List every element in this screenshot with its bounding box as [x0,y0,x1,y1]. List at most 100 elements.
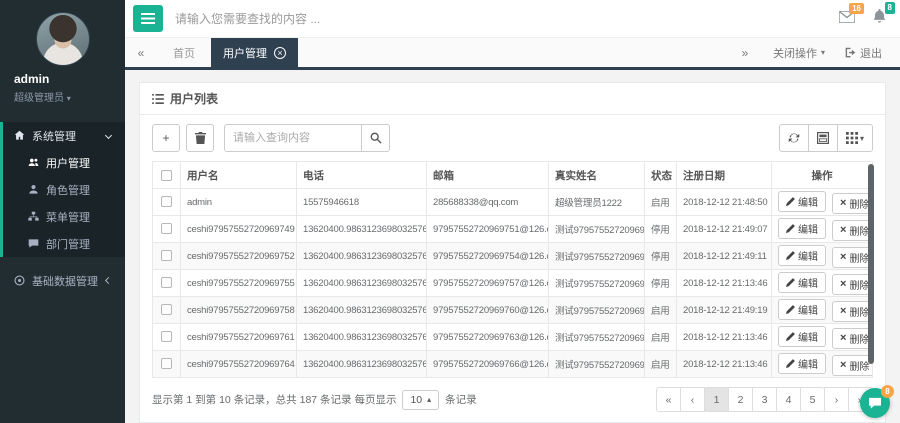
sidebar-item-department-management[interactable]: 部门管理 [3,230,125,257]
row-checkbox[interactable] [161,196,172,207]
page-button-5[interactable]: 5 [800,387,825,412]
cell-phone: 13620400.9863123698032576 [297,216,427,243]
table-row: ceshi97957552720969764 13620400.98631236… [153,351,873,378]
page-size-select[interactable]: 10 ▴ [402,390,439,410]
first-page-button[interactable]: « [656,387,681,412]
x-icon: × [840,360,846,371]
comment-icon [28,238,39,249]
cell-phone: 13620400.9863123698032576 [297,243,427,270]
table-scrollbar[interactable] [868,164,874,364]
columns-dropdown-button[interactable]: ▾ [837,124,873,152]
chevron-up-icon: ▴ [427,395,431,404]
delete-button[interactable]: × 删除 [832,355,873,376]
x-icon: × [840,333,846,344]
toolbar-left: + [152,124,390,152]
prev-page-button[interactable]: ‹ [680,387,705,412]
add-button[interactable]: + [152,124,180,152]
sidebar-item-role-management[interactable]: 角色管理 [3,176,125,203]
pencil-icon [786,251,795,260]
edit-button[interactable]: 编辑 [778,326,826,347]
row-checkbox[interactable] [161,250,172,261]
tab-actions: » 关闭操作 ▾ 退出 [729,38,900,67]
delete-button[interactable]: × 删除 [832,274,873,295]
delete-label: 删除 [849,250,869,265]
notifications-button[interactable]: 8 [873,9,886,28]
next-page-button[interactable]: › [824,387,849,412]
delete-button[interactable]: × 删除 [832,301,873,322]
chat-bubble-icon [868,397,882,409]
page-button-1[interactable]: 1 [704,387,729,412]
query-group [224,124,390,152]
edit-button[interactable]: 编辑 [778,272,826,293]
user-role-dropdown[interactable]: 超级管理员 ▾ [0,86,125,104]
delete-selected-button[interactable] [186,124,214,152]
menu-label: 用户管理 [46,155,90,171]
app-window: admin 超级管理员 ▾ 系统管理 用户管理 角色管理 [0,0,900,423]
delete-button[interactable]: × 删除 [832,247,873,268]
delete-button[interactable]: × 删除 [832,220,873,241]
page-button-4[interactable]: 4 [776,387,801,412]
chevron-down-icon: ▾ [860,134,864,143]
row-checkbox[interactable] [161,223,172,234]
select-all-checkbox[interactable] [161,170,172,181]
cell-email: 97957552720969751@126.com [427,216,549,243]
cell-phone: 13620400.9863123698032576 [297,270,427,297]
tab-user-management[interactable]: 用户管理 × [211,38,298,67]
chevron-left-icon [105,277,112,284]
sidebar-item-basic-data-management[interactable]: 基础数据管理 [0,267,125,294]
chat-fab-button[interactable]: 8 [860,388,890,418]
row-checkbox[interactable] [161,277,172,288]
sidebar-toggle-button[interactable] [133,5,163,32]
page-button-3[interactable]: 3 [752,387,777,412]
global-search-input[interactable] [175,12,821,26]
cell-realname: 测试97957552720969756 [549,270,645,297]
edit-button[interactable]: 编辑 [778,353,826,374]
list-icon [152,94,164,104]
edit-button[interactable]: 编辑 [778,191,826,212]
search-button[interactable] [362,124,390,152]
row-checkbox[interactable] [161,331,172,342]
delete-label: 删除 [849,358,869,373]
logout-button[interactable]: 退出 [837,38,890,67]
toggle-view-button[interactable] [808,124,838,152]
row-checkbox[interactable] [161,304,172,315]
cell-email: 285688338@qq.com [427,189,549,216]
delete-button[interactable]: × 删除 [832,193,873,214]
close-tab-icon[interactable]: × [274,47,286,59]
edit-button[interactable]: 编辑 [778,245,826,266]
avatar[interactable] [36,12,90,66]
table-row: ceshi97957552720969758 13620400.98631236… [153,297,873,324]
sidebar-item-menu-management[interactable]: 菜单管理 [3,203,125,230]
cell-email: 97957552720969757@126.com [427,270,549,297]
table-header-row: 用户名 电话 邮箱 真实姓名 状态 注册日期 操作 [153,162,873,189]
pagination-footer: 显示第 1 到第 10 条记录，总共 187 条记录 每页显示 10 ▴ 条记录… [140,378,885,422]
page-button-2[interactable]: 2 [728,387,753,412]
pencil-icon [786,332,795,341]
table-row: ceshi97957552720969752 13620400.98631236… [153,243,873,270]
home-icon [14,130,25,141]
delete-button[interactable]: × 删除 [832,328,873,349]
edit-label: 编辑 [798,329,818,344]
edit-button[interactable]: 编辑 [778,218,826,239]
messages-badge: 16 [849,3,864,15]
sidebar-item-user-management[interactable]: 用户管理 [3,149,125,176]
tab-scroll-right-button[interactable]: » [729,46,761,60]
tab-spacer [298,38,729,67]
refresh-button[interactable] [779,124,809,152]
sidebar-item-system-management[interactable]: 系统管理 [3,122,125,149]
edit-button[interactable]: 编辑 [778,299,826,320]
messages-button[interactable]: 16 [839,10,855,28]
delete-label: 删除 [849,223,869,238]
tab-home[interactable]: 首页 [157,38,211,67]
tab-scroll-left-button[interactable]: « [125,38,157,67]
toolbar-right: ▾ [780,124,873,152]
close-operations-dropdown[interactable]: 关闭操作 ▾ [765,38,833,67]
pencil-icon [786,224,795,233]
cell-realname: 测试97957552720969762 [549,324,645,351]
logout-label: 退出 [860,45,882,61]
cell-username: ceshi97957552720969755 [181,270,297,297]
cell-status: 停用 [645,270,677,297]
notifications-badge: 8 [885,2,895,14]
row-checkbox[interactable] [161,358,172,369]
query-input[interactable] [224,124,362,152]
